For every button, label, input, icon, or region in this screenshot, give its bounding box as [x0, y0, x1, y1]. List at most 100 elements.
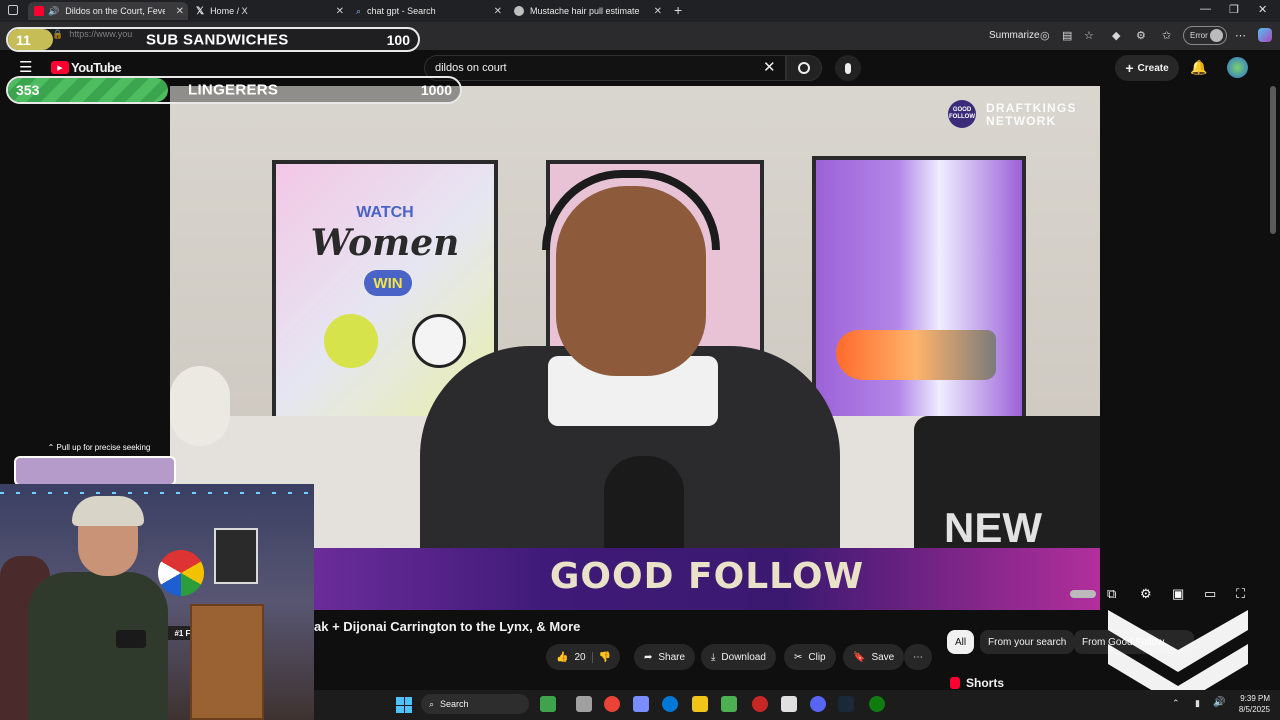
- minecraft-icon[interactable]: [721, 696, 737, 712]
- sneaker-illustration: [836, 330, 996, 380]
- tray-chevron-icon[interactable]: ⌃: [1172, 698, 1180, 709]
- hamburger-menu-icon[interactable]: ☰: [19, 58, 32, 76]
- steam-icon[interactable]: [838, 696, 854, 712]
- account-avatar[interactable]: [1227, 57, 1248, 78]
- clip-button[interactable]: ✂ Clip: [784, 644, 836, 670]
- tab-title: Home / X: [210, 6, 248, 16]
- shorts-label: Shorts: [966, 676, 1005, 690]
- favorite-star-icon[interactable]: ☆: [1084, 29, 1094, 42]
- minimize-icon[interactable]: —: [1200, 3, 1211, 15]
- search-icon: [798, 62, 810, 74]
- chip-from-your-search[interactable]: From your search: [980, 630, 1075, 654]
- wall-frame: [214, 528, 258, 584]
- goal-current-count: 353: [16, 82, 40, 98]
- save-button[interactable]: 🔖 Save: [843, 644, 905, 670]
- tab-title: Mustache hair pull estimate: [530, 6, 640, 16]
- chatgpt-favicon-icon: [514, 6, 524, 16]
- lower-third-banner: GOOD FOLLOW: [314, 548, 1100, 610]
- page-scrollbar-thumb[interactable]: [1270, 86, 1276, 234]
- scissors-icon: ✂: [794, 651, 803, 663]
- like-count: 20: [574, 651, 586, 663]
- tab-youtube[interactable]: 🔊 Dildos on the Court, Fever 5 ✕: [28, 2, 188, 20]
- taskbar-clock[interactable]: 9:39 PM 8/5/2025: [1224, 693, 1270, 715]
- thumbs-up-icon[interactable]: 👍: [556, 652, 568, 663]
- tab-mustache[interactable]: Mustache hair pull estimate ✕: [508, 2, 666, 20]
- thumbs-down-icon[interactable]: 👎: [591, 651, 611, 663]
- notifications-bell-icon[interactable]: 🔔: [1190, 59, 1207, 76]
- goal-target: 100: [386, 31, 410, 48]
- streamer-webcam: #1 FAN: [0, 484, 314, 720]
- taskbar-app-icon[interactable]: [576, 696, 592, 712]
- create-label: Create: [1137, 62, 1169, 74]
- edge-icon[interactable]: [662, 696, 678, 712]
- copilot-sidebar-icon[interactable]: [1258, 28, 1272, 42]
- soccer-ball-illustration: [412, 314, 466, 368]
- close-window-icon[interactable]: ✕: [1258, 3, 1267, 16]
- taskbar-app-icon[interactable]: [540, 696, 556, 712]
- close-tab-icon[interactable]: ✕: [654, 6, 662, 17]
- discord-icon[interactable]: [810, 696, 826, 712]
- tab-x[interactable]: 𝕏 Home / X ✕: [190, 2, 348, 20]
- bookmark-icon: 🔖: [853, 651, 866, 663]
- profile-error-button[interactable]: Error: [1183, 26, 1227, 45]
- copilot-app-icon[interactable]: [633, 696, 649, 712]
- obs-icon[interactable]: [752, 696, 768, 712]
- pillow-text: NEW: [944, 504, 1042, 551]
- seek-hint: ⌃ Pull up for precise seeking: [14, 443, 184, 452]
- tab-search[interactable]: ⌕ chat gpt - Search ✕: [350, 2, 506, 20]
- taskbar-search-label: Search: [440, 699, 469, 709]
- chip-all[interactable]: All: [947, 630, 975, 654]
- more-menu-icon[interactable]: ⋯: [1235, 29, 1246, 42]
- streamer-cap: [72, 496, 144, 526]
- good-follow-logo-badge: GOOD FOLLOW: [948, 100, 976, 128]
- tab-actions-icon[interactable]: [8, 5, 18, 15]
- streamer-torso: [28, 572, 168, 720]
- shorts-heading: Shorts: [950, 676, 1004, 690]
- search-query: dildos on court: [435, 62, 507, 74]
- microphone-icon: [845, 62, 851, 74]
- youtube-logo[interactable]: ▶ YouTube: [51, 60, 122, 75]
- reader-icon[interactable]: ▤: [1062, 29, 1072, 42]
- draftkings-watermark: DRAFTKINGS NETWORK: [986, 102, 1077, 128]
- taskbar-search-box[interactable]: ⌕ Search: [421, 694, 529, 714]
- search-button[interactable]: [786, 55, 822, 81]
- search-input[interactable]: dildos on court: [424, 55, 786, 81]
- extensions-icon[interactable]: ⚙: [1136, 29, 1146, 42]
- close-tab-icon[interactable]: ✕: [494, 6, 502, 17]
- like-dislike-group[interactable]: 👍 20 👎: [546, 644, 620, 670]
- summarize-button[interactable]: Summarize: [989, 30, 1040, 41]
- goal-label: LINGERERS: [188, 81, 279, 99]
- youtube-logo-text: YouTube: [71, 60, 122, 75]
- poster-sneaker: [812, 156, 1026, 426]
- error-label: Error: [1190, 31, 1208, 40]
- xbox-icon[interactable]: [869, 696, 885, 712]
- windows-start-icon[interactable]: [396, 697, 412, 713]
- app-icon[interactable]: [781, 696, 797, 712]
- share-icon: ➦: [644, 651, 653, 663]
- clear-search-icon[interactable]: ✕: [763, 58, 776, 76]
- new-tab-icon[interactable]: +: [674, 2, 682, 18]
- autoplay-toggle[interactable]: [1070, 590, 1096, 598]
- download-button[interactable]: ⤓ Download: [701, 644, 776, 670]
- restore-icon[interactable]: ❐: [1229, 3, 1239, 16]
- favorites-icon[interactable]: ✩: [1162, 29, 1171, 42]
- goal-bar-sub-sandwiches: 11 SUB SANDWICHES 100: [6, 27, 420, 52]
- save-label: Save: [871, 651, 895, 663]
- copilot-icon[interactable]: ◎: [1040, 29, 1050, 42]
- close-tab-icon[interactable]: ✕: [336, 6, 344, 17]
- chrome-icon[interactable]: [604, 696, 620, 712]
- create-button[interactable]: + Create: [1115, 55, 1179, 81]
- seek-preview-thumbnail: [14, 456, 176, 486]
- share-button[interactable]: ➦ Share: [634, 644, 696, 670]
- clock-date: 8/5/2025: [1238, 705, 1270, 714]
- tennis-ball-illustration: [324, 314, 378, 368]
- extension-diamond-icon[interactable]: ◆: [1112, 29, 1120, 42]
- plush-toy: [170, 366, 230, 446]
- file-explorer-icon[interactable]: [692, 696, 708, 712]
- search-favicon-icon: ⌕: [356, 5, 362, 16]
- voice-search-button[interactable]: [835, 55, 861, 81]
- network-icon[interactable]: ▮: [1195, 698, 1200, 709]
- speaker-icon: 🔊: [48, 5, 60, 16]
- close-tab-icon[interactable]: ✕: [176, 6, 184, 17]
- more-actions-button[interactable]: ⋯: [904, 644, 932, 670]
